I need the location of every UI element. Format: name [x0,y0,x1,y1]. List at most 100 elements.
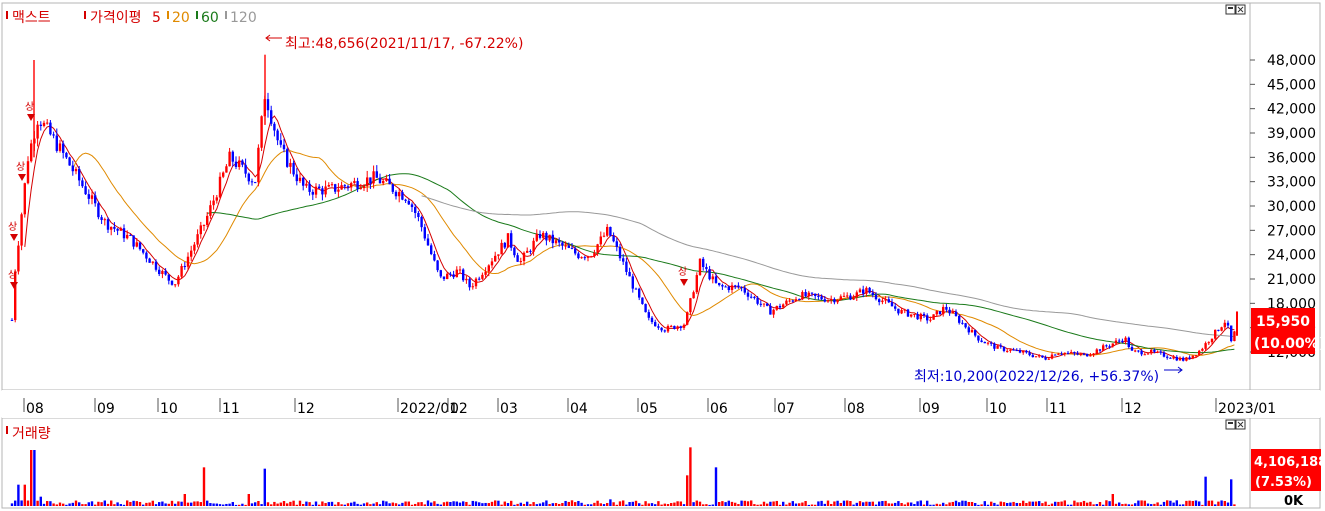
current-price-change: (10.00%) [1254,336,1325,352]
volume-bar [673,502,676,506]
volume-bar [410,504,414,506]
volume-panel-window-icons[interactable] [1225,419,1246,430]
candle-body [900,310,903,314]
candle-body [177,276,180,285]
volume-bar [615,504,618,506]
candle-body [810,292,814,294]
volume-bar [305,501,308,506]
candle-body [964,323,967,328]
volume-bar [906,502,910,506]
x-tick-label: 10 [160,401,178,417]
candle-body [100,217,103,221]
volume-bar [1044,501,1047,506]
candle-body [577,253,580,259]
volume-bar [1162,501,1166,506]
volume-bar [206,500,209,506]
volume-bar [1102,504,1105,506]
volume-bar [26,500,30,506]
volume-bar [1182,504,1185,506]
candle-body [244,164,247,174]
volume-bar [785,504,788,506]
volume-bar [289,501,292,506]
volume-bar [1047,504,1050,506]
candle-body [1230,325,1233,342]
volume-bar [1105,500,1108,506]
volume-bar [756,504,759,506]
volume-bar [945,504,948,506]
maximize-icon[interactable] [1225,4,1236,15]
volume-bar [817,501,820,506]
candle-body [1137,350,1140,352]
limit-up-marker: 상 [8,221,17,233]
candle-body [737,285,740,288]
candle-body [1207,342,1210,344]
volume-bar [1111,494,1114,506]
volume-bar [1054,501,1057,506]
volume-bar [606,503,609,506]
candle-body [286,149,289,167]
volume-bar [494,500,497,506]
volume-bar [660,504,663,506]
candle-body [625,261,628,272]
candle-body [414,207,417,213]
candle-body [1217,329,1220,331]
candle-body [23,183,26,215]
candle-body [1146,353,1150,355]
candle-body [666,326,670,332]
volume-bar [65,504,68,506]
candle-body [634,288,638,290]
volume-bar [823,503,826,506]
candle-body [295,174,298,182]
volume-bar [449,502,452,506]
volume-bar [641,504,644,506]
volume-bar [359,504,362,506]
volume-bar [478,502,481,506]
candle-body [730,285,734,291]
x-tick-label: 04 [570,401,588,417]
candle-body [596,244,599,253]
candle-body [1102,345,1105,351]
candle-body [935,311,938,315]
volume-bar [1124,503,1127,506]
candle-body [986,342,990,344]
volume-bar [574,502,577,506]
volume-bar [1201,504,1204,506]
x-tick-label: 07 [777,401,795,417]
candle-body [852,297,855,300]
maximize-icon[interactable] [1225,419,1236,430]
volume-bar [202,467,206,506]
volume-bar [798,503,801,506]
volume-bar [298,500,302,506]
price-panel-window-icons[interactable] [1225,4,1246,15]
volume-bar [103,500,106,506]
candle-body [967,327,970,333]
volume-bar [714,467,718,506]
volume-bar [84,504,87,506]
candle-body [68,157,71,166]
candle-body [52,134,55,136]
candle-body [487,265,490,272]
y-tick-label: 39,000 [1267,126,1316,142]
candle-body [356,181,359,189]
volume-bar [343,504,346,506]
candle-body [292,162,295,175]
candle-body [206,215,209,225]
candle-body [1111,343,1114,347]
candle-body [1086,353,1089,357]
candle-body [865,287,868,294]
volume-bar [762,501,766,506]
volume-bar [87,502,90,506]
volume-bar [167,503,170,506]
volume-bar [820,500,823,506]
candle-body [516,255,519,262]
volume-bar [282,501,286,506]
candle-body [180,266,183,277]
volume-bar [1217,501,1220,506]
volume-bar [564,500,567,506]
candle-body [548,234,551,241]
volume-bar [1230,479,1233,506]
candle-body [327,185,330,187]
candle-body [353,181,356,184]
volume-bar [330,501,334,506]
volume-bar [852,504,855,506]
